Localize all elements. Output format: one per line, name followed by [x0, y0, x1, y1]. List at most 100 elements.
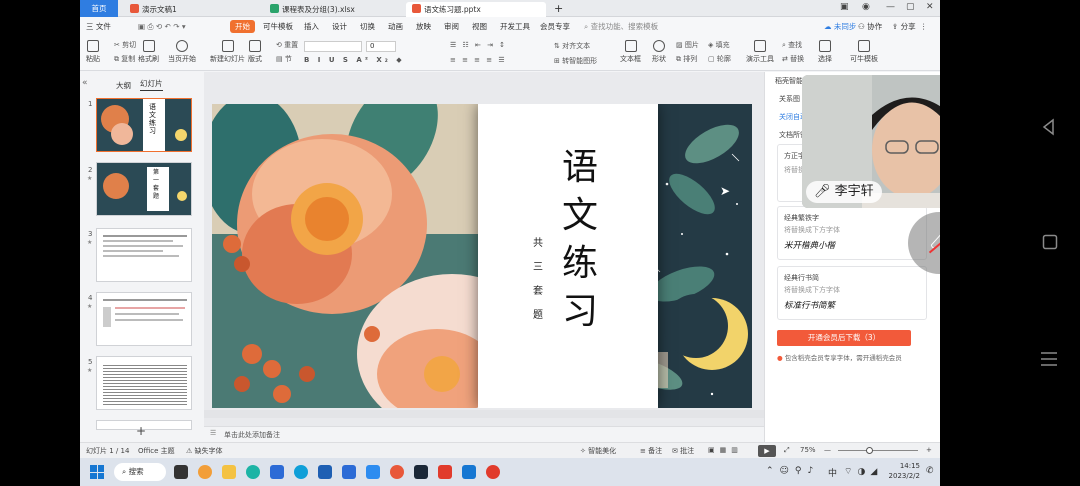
network-volume-icons[interactable]: ⌔◑◢	[844, 466, 882, 477]
collab-button[interactable]: ⚇ 协作	[858, 20, 882, 33]
menu-item-animation[interactable]: 动画	[388, 20, 403, 33]
font-card-2[interactable]: 经典繁铁字 将替换成下方字体 米开楷典小楷	[777, 206, 927, 260]
shape-button[interactable]: 形状	[652, 40, 666, 64]
slide-thumb-3[interactable]	[96, 228, 192, 282]
section-button[interactable]: ▤ 节	[276, 54, 292, 64]
recents-nav-icon[interactable]	[1040, 350, 1058, 368]
slide-title[interactable]: 语文练习	[560, 144, 600, 336]
app-icon-1[interactable]	[198, 465, 212, 479]
menu-item-slideshow[interactable]: 放映	[416, 20, 431, 33]
home-nav-icon[interactable]	[1042, 234, 1058, 250]
format-painter-button[interactable]: 格式刷	[138, 40, 159, 64]
tab-slides[interactable]: 幻灯片	[140, 78, 163, 91]
play-slideshow-button[interactable]: ▶	[758, 445, 776, 457]
notes-button[interactable]: ≡ 备注	[640, 446, 662, 456]
smart-beautify-button[interactable]: ✧ 智能美化	[580, 446, 616, 456]
zoom-slider[interactable]	[838, 450, 918, 451]
collapse-panel-icon[interactable]: «	[82, 78, 88, 88]
tab-presentation1[interactable]: 演示文稿1	[124, 2, 254, 17]
smart-art-button[interactable]: ⊞ 转智能图形	[554, 56, 597, 66]
align-buttons[interactable]: ≡ ≡ ≡ ≡ ☰	[450, 56, 507, 64]
quick-access-icons[interactable]: ▣ ⎙ ⟲ ↶ ↷ ▾	[138, 20, 186, 33]
app-icon-7[interactable]	[390, 465, 404, 479]
slide-subtitle[interactable]: 共三套题	[532, 232, 544, 328]
file-explorer-icon[interactable]	[222, 465, 236, 479]
app-icon-3[interactable]	[294, 465, 308, 479]
wps-office-icon[interactable]	[438, 465, 452, 479]
add-slide-button[interactable]: +	[136, 424, 146, 438]
align-text-button[interactable]: ⇅ 对齐文本	[554, 41, 590, 51]
zoom-level[interactable]: 75%	[800, 446, 816, 454]
replace-button[interactable]: ⇄ 替换	[782, 54, 804, 64]
font-style-buttons[interactable]: B I U S A² X₂ ◆	[304, 56, 405, 64]
presentation-tools-button[interactable]: 演示工具	[746, 40, 774, 64]
keniu-template-button[interactable]: 可牛模板	[850, 40, 878, 64]
task-view-icon[interactable]	[174, 465, 188, 479]
view-mode-buttons[interactable]: ▣▦▥	[708, 446, 743, 454]
avatar[interactable]: ◉	[862, 2, 870, 12]
menu-item-insert[interactable]: 插入	[304, 20, 319, 33]
tab-chinese-exercise[interactable]: 语文练习题.pptx	[406, 2, 546, 17]
paste-button[interactable]: 粘贴	[86, 40, 100, 64]
video-call-overlay[interactable]: 🎤︎ 李宇轩	[802, 75, 940, 208]
tab-home[interactable]: 首页	[80, 0, 118, 17]
select-button[interactable]: 选择	[818, 40, 832, 64]
ime-indicator[interactable]: 中	[828, 466, 837, 479]
window-layout-icon[interactable]: ▣	[840, 2, 849, 12]
notification-icon[interactable]: ✆	[926, 466, 934, 476]
play-current-button[interactable]: 当页开始	[168, 40, 196, 64]
clock-date[interactable]: 2023/2/2	[880, 472, 920, 480]
tab-schedule[interactable]: 课程表及分组(3).xlsx	[264, 2, 404, 17]
text-box-button[interactable]: 文本框	[620, 40, 641, 64]
picture-button[interactable]: ▨ 图片	[676, 40, 699, 50]
edge-browser-icon[interactable]	[246, 465, 260, 479]
app-icon-4[interactable]	[318, 465, 332, 479]
zoom-slider-handle[interactable]	[866, 447, 873, 454]
notes-pane[interactable]: ☰ 单击此处添加备注	[204, 426, 764, 442]
app-icon-5[interactable]	[342, 465, 356, 479]
clock-time[interactable]: 14:15	[892, 462, 920, 470]
menu-item-review[interactable]: 审阅	[444, 20, 459, 33]
close-icon[interactable]: ✕	[926, 2, 934, 12]
tab-outline[interactable]: 大纲	[116, 80, 131, 91]
notes-toggle-icon[interactable]: ☰	[210, 429, 216, 437]
menu-item-view[interactable]: 视图	[472, 20, 487, 33]
back-nav-icon[interactable]	[1040, 118, 1058, 136]
current-slide[interactable]: 语文练习 共三套题 ➤	[212, 104, 752, 408]
find-button[interactable]: ⌕ 查找	[782, 40, 802, 50]
font-size-select[interactable]: 0	[366, 41, 396, 52]
app-icon-2[interactable]	[270, 465, 284, 479]
minimize-icon[interactable]: —	[886, 2, 895, 12]
font-name-select[interactable]	[304, 41, 362, 52]
slide-thumb-4[interactable]	[96, 292, 192, 346]
zoom-in-button[interactable]: +	[926, 446, 932, 454]
share-button[interactable]: ⇪ 分享	[892, 20, 916, 33]
menu-item-member[interactable]: 会员专享	[540, 20, 570, 33]
system-tray-icons[interactable]: ⌃☺⚲♪	[766, 466, 819, 476]
layout-button[interactable]: 版式	[248, 40, 262, 64]
file-menu[interactable]: 三 文件	[86, 20, 111, 33]
menu-item-transition[interactable]: 切换	[360, 20, 375, 33]
menu-item-design[interactable]: 设计	[332, 20, 347, 33]
maximize-icon[interactable]: ▢	[906, 2, 915, 12]
search-function[interactable]: ⌕ 查找功能、搜索模板	[584, 20, 658, 33]
new-slide-button[interactable]: 新建幻灯片	[210, 40, 245, 64]
reset-button[interactable]: ⟲ 重置	[276, 40, 298, 50]
cut-button[interactable]: ✂ 剪切	[114, 40, 136, 50]
zoom-out-button[interactable]: —	[824, 446, 831, 454]
copy-button[interactable]: ⧉ 复制	[114, 54, 135, 64]
list-buttons[interactable]: ☰ ☷ ⇤ ⇥ ↕	[450, 41, 507, 49]
menu-item-keniu[interactable]: 可牛模板	[263, 20, 293, 33]
more-icon[interactable]: ⋮	[920, 20, 928, 33]
download-fonts-button[interactable]: 开通会员后下载（3）	[777, 330, 911, 346]
slide-thumb-1[interactable]: 语文练习	[96, 98, 192, 152]
comments-button[interactable]: ✉ 批注	[672, 446, 694, 456]
steam-icon[interactable]	[414, 465, 428, 479]
slide-thumb-2[interactable]: 第一套题	[96, 162, 192, 216]
fit-window-icon[interactable]: ⤢	[784, 446, 790, 455]
windows-start-icon[interactable]	[90, 465, 104, 479]
menu-item-devtools[interactable]: 开发工具	[500, 20, 530, 33]
app-icon-9[interactable]	[486, 465, 500, 479]
new-tab-button[interactable]: +	[548, 2, 569, 17]
slide-thumb-5[interactable]	[96, 356, 192, 410]
